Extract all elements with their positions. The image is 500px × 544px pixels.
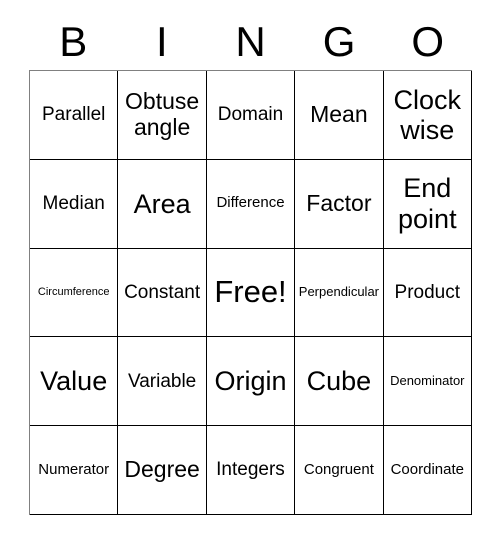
- bingo-cell-r3c2[interactable]: Constant: [118, 248, 207, 338]
- bingo-cell-label: Obtuse angle: [125, 88, 200, 140]
- bingo-cell-free-space[interactable]: Free!: [206, 248, 296, 338]
- bingo-cell-r1c2[interactable]: Obtuse angle: [118, 71, 207, 160]
- bingo-cell-label: Product: [394, 281, 461, 303]
- bingo-header: B I N G O: [29, 16, 472, 68]
- bingo-cell-r2c1[interactable]: Median: [30, 159, 119, 249]
- bingo-cell-label: Numerator: [38, 460, 110, 478]
- bingo-cell-label: Difference: [216, 194, 285, 212]
- bingo-cell-label: Origin: [214, 366, 287, 397]
- bingo-cell-label: Median: [42, 193, 105, 215]
- bingo-cell-label: Domain: [217, 104, 284, 126]
- bingo-cell-r5c3[interactable]: Integers: [206, 426, 296, 515]
- bingo-cell-label: Congruent: [303, 460, 374, 478]
- bingo-cell-r2c4[interactable]: Factor: [295, 159, 384, 249]
- bingo-cell-label: Cube: [306, 366, 372, 397]
- bingo-cell-r5c2[interactable]: Degree: [118, 426, 207, 515]
- bingo-card: B I N G O Parallel Obtuse angle Domain M…: [0, 0, 500, 544]
- bingo-cell-label: End point: [398, 173, 457, 234]
- bingo-cell-r1c5[interactable]: Clock wise: [383, 71, 472, 160]
- bingo-cell-label: Value: [40, 366, 108, 397]
- bingo-cell-r1c3[interactable]: Domain: [206, 71, 296, 160]
- header-letter-o: O: [411, 18, 444, 65]
- bingo-cell-r2c2[interactable]: Area: [118, 159, 207, 249]
- bingo-cell-label: Integers: [216, 459, 285, 481]
- header-letter-g: G: [322, 18, 356, 65]
- bingo-cell-label: Factor: [306, 189, 372, 216]
- bingo-cell-label: Constant: [124, 281, 201, 303]
- bingo-cell-r4c2[interactable]: Variable: [118, 337, 207, 427]
- bingo-cell-label: Perpendicular: [298, 284, 379, 300]
- bingo-cell-label: Circumference: [37, 286, 110, 299]
- bingo-cell-r5c1[interactable]: Numerator: [30, 426, 119, 515]
- bingo-cell-r2c3[interactable]: Difference: [206, 159, 296, 249]
- header-letter-n: N: [235, 18, 266, 65]
- bingo-cell-label: Clock wise: [393, 84, 462, 145]
- bingo-cell-r4c3[interactable]: Origin: [206, 337, 296, 427]
- bingo-cell-r3c5[interactable]: Product: [383, 248, 472, 338]
- bingo-cell-r3c1[interactable]: Circumference: [30, 248, 119, 338]
- bingo-cell-r5c5[interactable]: Coordinate: [383, 426, 472, 515]
- bingo-cell-r1c4[interactable]: Mean: [295, 71, 384, 160]
- bingo-cell-label: Area: [133, 188, 191, 219]
- bingo-grid: Parallel Obtuse angle Domain Mean Clock …: [29, 70, 472, 515]
- bingo-cell-r5c4[interactable]: Congruent: [295, 426, 384, 515]
- bingo-cell-label: Denominator: [390, 373, 465, 389]
- bingo-cell-label: Coordinate: [390, 460, 464, 478]
- bingo-cell-r4c4[interactable]: Cube: [295, 337, 384, 427]
- bingo-cell-label: Mean: [310, 101, 368, 128]
- header-letter-i: I: [156, 18, 168, 65]
- bingo-cell-r4c5[interactable]: Denominator: [383, 337, 472, 427]
- header-letter-b: B: [59, 18, 88, 65]
- bingo-cell-label: Variable: [127, 370, 197, 392]
- bingo-cell-label: Free!: [214, 274, 287, 310]
- bingo-cell-r1c1[interactable]: Parallel: [30, 71, 119, 160]
- bingo-cell-label: Parallel: [42, 104, 106, 126]
- bingo-cell-r2c5[interactable]: End point: [383, 159, 472, 249]
- bingo-cell-label: Degree: [124, 456, 200, 483]
- bingo-cell-r3c4[interactable]: Perpendicular: [295, 248, 384, 338]
- bingo-cell-r4c1[interactable]: Value: [30, 337, 119, 427]
